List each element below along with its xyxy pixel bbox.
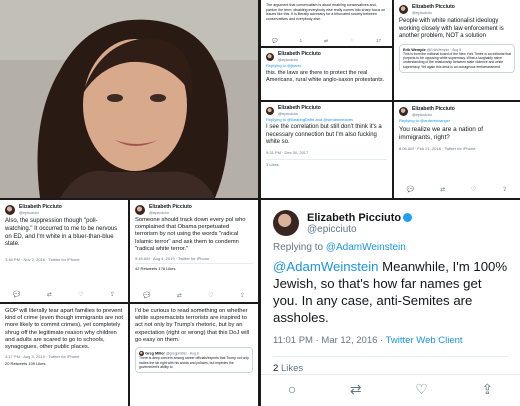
like-icon[interactable]: ♡ [350, 38, 354, 44]
tweet-card-curious: I'd be curious to read something on whet… [130, 304, 258, 406]
retweet-icon[interactable]: ⇄ [324, 38, 328, 44]
reply-to[interactable]: Replying to @ardentstranger [399, 118, 515, 123]
mention-link[interactable]: @AdamWeinstein [273, 259, 379, 274]
like-count: 17 [375, 38, 381, 43]
reply-icon[interactable]: 💬 [13, 291, 20, 298]
author-handle[interactable]: @epicciuto [149, 210, 192, 215]
reply-icon[interactable]: 💬 [143, 292, 150, 299]
quoted-tweet[interactable]: Greg Miller @gregpmiller · Aug 6 There i… [135, 347, 253, 374]
author-handle[interactable]: @epicciuto [412, 10, 455, 15]
retweet-icon[interactable]: ⇄ [350, 381, 362, 398]
tweet-timestamp[interactable]: 9:31 PM · Dec 30, 2017 [266, 150, 387, 155]
author-handle[interactable]: @epicciuto [278, 57, 321, 62]
quote-author-handle: @gregpmiller · Aug 6 [165, 351, 199, 356]
retweet-icon[interactable]: ⇄ [177, 292, 182, 299]
tweet-card-correlation: Elizabeth Picciuto @epicciuto Replying t… [261, 102, 392, 198]
tweet-timestamp[interactable]: 11:01 PM · Mar 12, 2016 · [273, 335, 383, 346]
tweet-card-ideology: Elizabeth Picciuto @epicciuto People wit… [394, 0, 520, 100]
avatar[interactable] [266, 52, 274, 61]
reply-icon[interactable]: 💬 [407, 186, 414, 193]
reply-to[interactable]: Replying to @jbarro [266, 63, 387, 68]
reply-icon[interactable]: ○ [288, 381, 296, 398]
tweet-actions: 💬 ⇄ ♡ ⇪ [130, 292, 258, 299]
quote-author-name: Erik Wemple [403, 47, 426, 52]
tweet-text: I see the correlation but still don't th… [266, 124, 382, 145]
author-handle[interactable]: @epicciuto [19, 210, 62, 215]
reply-icon[interactable]: 💬 [272, 38, 278, 44]
avatar[interactable] [5, 204, 15, 215]
verified-badge-icon [403, 213, 413, 223]
likes-row[interactable]: 2 Likes [273, 355, 508, 374]
tweet-card-suppression: Elizabeth Picciuto @epicciuto Also, the … [0, 200, 128, 302]
portrait-image [0, 0, 258, 198]
reply-to-line: Replying to @AdamWeinstein [273, 242, 508, 253]
quoted-tweet[interactable]: Erik Wemple @ErikWemple · Aug 5 This is … [399, 43, 515, 74]
profile-photo [0, 0, 258, 198]
retweet-icon[interactable]: ⇄ [47, 291, 52, 298]
tweet-actions: 💬 1 ⇄ ♡ 17 [261, 38, 392, 44]
quote-author-handle: @ErikWemple · Aug 5 [426, 47, 462, 52]
reply-count: 1 [299, 38, 303, 43]
engagement-counts[interactable]: 20 Retweets 109 Likes [5, 361, 123, 366]
tweet-timestamp[interactable]: 3:48 PM · Nov 2, 2016 · Twitter for iPho… [5, 257, 123, 262]
author-handle[interactable]: @epicciuto [307, 224, 412, 235]
reply-to[interactable]: Replying to @BearingDrifts and @sendmele… [266, 117, 387, 122]
engagement-counts[interactable]: 42 Retweets 178 Likes [135, 263, 253, 271]
tweet-timestamp[interactable]: 8:06 AM · Feb 21, 2018 · Twitter for iPh… [399, 146, 515, 151]
quote-author-name: Greg Miller [145, 351, 165, 356]
tweet-text: The argument that conservatism is about … [266, 3, 386, 22]
avatar[interactable] [273, 210, 299, 236]
tweet-text: Also, the suppression though "poll-watch… [5, 218, 118, 248]
author-handle[interactable]: @epicciuto [412, 112, 455, 117]
tweet-text: this. the laws are there to protect the … [266, 70, 385, 83]
like-icon[interactable]: ♡ [208, 292, 213, 299]
tweet-card-quote-top: The argument that conservatism is about … [261, 0, 392, 46]
likes-label: Likes [280, 362, 304, 374]
tweet-client[interactable]: Twitter Web Client [386, 335, 463, 346]
tweet-card-trackdown: Elizabeth Picciuto @epicciuto Someone sh… [130, 200, 258, 302]
share-icon[interactable]: ⇪ [481, 381, 493, 398]
tweet-text: Someone should track down every pol who … [135, 217, 246, 252]
quote-text: This is from the editorial board of the … [403, 51, 511, 69]
share-icon[interactable]: ⇪ [502, 186, 507, 193]
quote-text: There is deep concern among career offic… [139, 356, 249, 370]
tweet-actions: 💬 ⇄ ♡ ⇪ [0, 291, 128, 298]
tweet-card-laws: Elizabeth Picciuto @epicciuto Replying t… [261, 48, 392, 100]
author-handle[interactable]: @epicciuto [278, 111, 321, 116]
like-icon[interactable]: ♡ [471, 186, 476, 193]
tweet-card-main: Elizabeth Picciuto @epicciuto Replying t… [261, 200, 520, 406]
tweet-card-nation: Elizabeth Picciuto @epicciuto Replying t… [394, 102, 520, 198]
tweet-text: People with white nationalist ideology w… [399, 18, 504, 39]
reply-prefix: Replying to [273, 242, 324, 253]
likes-count: 2 [273, 362, 279, 374]
tweet-text: I'd be curious to read something on whet… [135, 308, 250, 343]
tweet-timestamp[interactable]: 9:45 AM · Aug 4, 2019 · Twitter for iPho… [135, 256, 253, 261]
tweet-text: You realize we are a nation of immigrant… [399, 126, 483, 141]
tweet-actions: ○ ⇄ ♡ ⇪ [261, 374, 520, 398]
avatar[interactable] [266, 106, 274, 115]
author-name[interactable]: Elizabeth Picciuto [307, 212, 401, 224]
like-icon[interactable]: ♡ [415, 381, 428, 398]
tweet-card-gop: GOP will literally tear apart families t… [0, 304, 128, 406]
avatar[interactable] [399, 107, 408, 116]
avatar[interactable] [399, 5, 408, 14]
avatar[interactable] [135, 204, 145, 215]
reply-to-link[interactable]: @AdamWeinstein [326, 242, 406, 253]
tweet-timestamp[interactable]: 3:17 PM · Aug 3, 2019 · Twitter for iPho… [5, 354, 123, 359]
tweet-text: @AdamWeinstein Meanwhile, I'm 100% Jewis… [273, 258, 508, 327]
retweet-icon[interactable]: ⇄ [440, 186, 445, 193]
share-icon[interactable]: ⇪ [240, 292, 245, 299]
tweet-actions: 💬 ⇄ ♡ ⇪ [394, 186, 520, 193]
like-icon[interactable]: ♡ [78, 291, 83, 298]
share-icon[interactable]: ⇪ [110, 291, 115, 298]
likes-count[interactable]: 3 Likes [266, 158, 387, 167]
tweet-meta: 11:01 PM · Mar 12, 2016 · Twitter Web Cl… [273, 335, 508, 346]
tweet-text: GOP will literally tear apart families t… [5, 308, 123, 351]
